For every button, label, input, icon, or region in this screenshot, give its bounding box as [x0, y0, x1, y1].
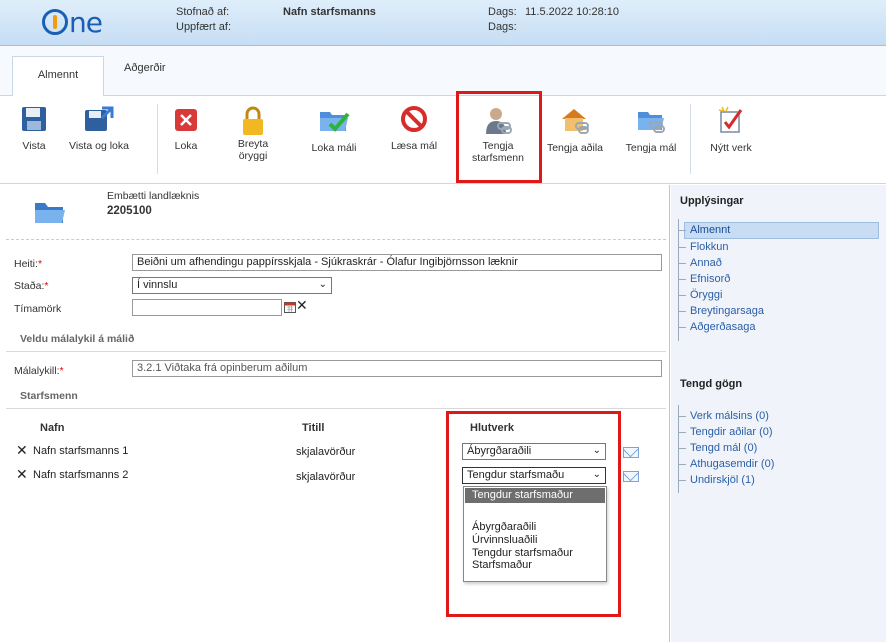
- info-item-security[interactable]: Öryggi: [677, 289, 722, 301]
- doc-item-subdocs[interactable]: Undirskjöl (1): [678, 474, 755, 486]
- staff-title: skjalavörður: [296, 446, 356, 458]
- keyword-label: Málalykill:*: [14, 365, 64, 377]
- save-close-icon: [85, 106, 114, 131]
- divider: [6, 351, 666, 352]
- save-and-close-button[interactable]: Vista og loka: [58, 98, 140, 180]
- case-number: 2205100: [107, 205, 152, 217]
- folder-icon: [35, 203, 65, 223]
- floppy-disk-icon: [22, 107, 46, 131]
- toolbar-separator: [690, 104, 691, 174]
- house-link-icon: [562, 109, 589, 134]
- lock-case-label: Læsa mál: [390, 140, 438, 152]
- deadline-label: Tímamörk: [14, 303, 62, 315]
- doc-item-cases[interactable]: Tengd mál (0): [677, 442, 757, 454]
- no-entry-icon: [401, 106, 427, 132]
- status-select[interactable]: Í vinnslu ⌄: [132, 277, 332, 294]
- change-security-label-1: Breyta: [237, 138, 269, 150]
- status-value: Í vinnslu: [137, 279, 178, 291]
- divider: [6, 239, 666, 240]
- logo-text: ne: [69, 6, 103, 39]
- keyword-label-text: Málalykill:: [14, 365, 60, 377]
- status-label: Staða:*: [14, 280, 49, 292]
- staff-name: Nafn starfsmanns 1: [33, 445, 129, 457]
- title-label-text: Heiti:: [14, 258, 38, 270]
- doc-item-parties[interactable]: Tengdir aðilar (0): [678, 426, 773, 438]
- created-by-label: Stofnað af:: [176, 6, 230, 18]
- related-docs-title: Tengd gögn: [680, 378, 743, 390]
- highlight-link-staff: [456, 91, 542, 183]
- info-item-change-history[interactable]: Breytingarsaga: [678, 305, 764, 317]
- app-logo: ne: [42, 6, 103, 39]
- info-panel-title: Upplýsingar: [680, 195, 744, 207]
- logo-o-icon: [42, 9, 68, 35]
- remove-staff-icon[interactable]: ✕: [16, 466, 28, 483]
- mail-icon[interactable]: [623, 447, 639, 458]
- doc-item-comments[interactable]: Athugasemdir (0): [677, 458, 774, 470]
- checklist-new-icon: [718, 106, 743, 133]
- toolbar-separator: [157, 104, 158, 174]
- change-security-label-2: öryggi: [238, 150, 268, 162]
- tab-general[interactable]: Almennt: [12, 56, 104, 96]
- divider: [6, 408, 666, 409]
- info-item-other[interactable]: Annað: [678, 257, 722, 269]
- mail-icon[interactable]: [623, 471, 639, 482]
- doc-item-tasks[interactable]: Verk málsins (0): [678, 410, 769, 422]
- deadline-input[interactable]: [132, 299, 282, 316]
- link-case-button[interactable]: Tengja mál: [620, 98, 682, 180]
- remove-staff-icon[interactable]: ✕: [16, 442, 28, 459]
- staff-title: skjalavörður: [296, 471, 356, 483]
- close-case-label: Loka máli: [311, 142, 357, 154]
- status-label-text: Staða:: [14, 280, 45, 292]
- close-icon: [175, 109, 197, 131]
- keyword-input[interactable]: 3.2.1 Viðtaka frá opinberum aðilum: [132, 360, 662, 377]
- keyword-section-title: Veldu málalykil á málið: [20, 333, 135, 345]
- clear-date-icon[interactable]: ✕: [296, 297, 308, 314]
- staff-section-title: Starfsmenn: [20, 390, 78, 402]
- folder-link-icon: [638, 112, 665, 133]
- updated-by-label: Uppfært af:: [176, 21, 232, 33]
- date-label-1: Dags:: [488, 6, 517, 18]
- info-item-keywords[interactable]: Efnisorð: [677, 273, 730, 285]
- col-header-name: Nafn: [40, 422, 65, 434]
- tree-line: [678, 219, 679, 341]
- chevron-down-icon: ⌄: [318, 279, 327, 290]
- tab-actions[interactable]: Aðgerðir: [124, 62, 166, 74]
- link-party-label: Tengja aðila: [546, 142, 604, 154]
- case-org: Embætti landlæknis: [107, 190, 200, 202]
- save-label: Vista: [22, 140, 46, 152]
- date-value-1: 11.5.2022 10:28:10: [525, 6, 619, 18]
- folder-check-icon: [320, 112, 350, 132]
- link-case-label: Tengja mál: [625, 142, 677, 154]
- calendar-icon[interactable]: [284, 301, 296, 313]
- close-label: Loka: [174, 140, 198, 152]
- new-task-label: Nýtt verk: [710, 142, 752, 154]
- close-button[interactable]: Loka: [168, 98, 204, 180]
- padlock-icon: [243, 106, 263, 135]
- app-header: ne Stofnað af: Uppfært af: Nafn starfsma…: [0, 0, 886, 46]
- new-task-button[interactable]: Nýtt verk: [704, 98, 758, 180]
- title-label: Heiti:*: [14, 258, 43, 270]
- col-header-title: Titill: [302, 422, 325, 434]
- link-party-button[interactable]: Tengja aðila: [540, 98, 610, 180]
- save-and-close-label: Vista og loka: [69, 140, 129, 152]
- date-label-2: Dags:: [488, 21, 517, 33]
- close-case-button[interactable]: Loka máli: [308, 98, 360, 180]
- change-security-button[interactable]: Breyta öryggi: [228, 98, 278, 180]
- highlight-role-column: [446, 411, 621, 617]
- info-item-general[interactable]: Almennt: [677, 224, 730, 236]
- info-item-classification[interactable]: Flokkun: [678, 241, 729, 253]
- lock-case-button[interactable]: Læsa mál: [388, 98, 440, 180]
- title-input[interactable]: Beiðni um afhendingu pappírsskjala - Sjú…: [132, 254, 662, 271]
- save-button[interactable]: Vista: [16, 98, 52, 180]
- staff-name: Nafn starfsmanns 2: [33, 469, 129, 481]
- created-by-value: Nafn starfsmanns: [283, 6, 376, 18]
- info-item-action-history[interactable]: Aðgerðasaga: [677, 321, 755, 333]
